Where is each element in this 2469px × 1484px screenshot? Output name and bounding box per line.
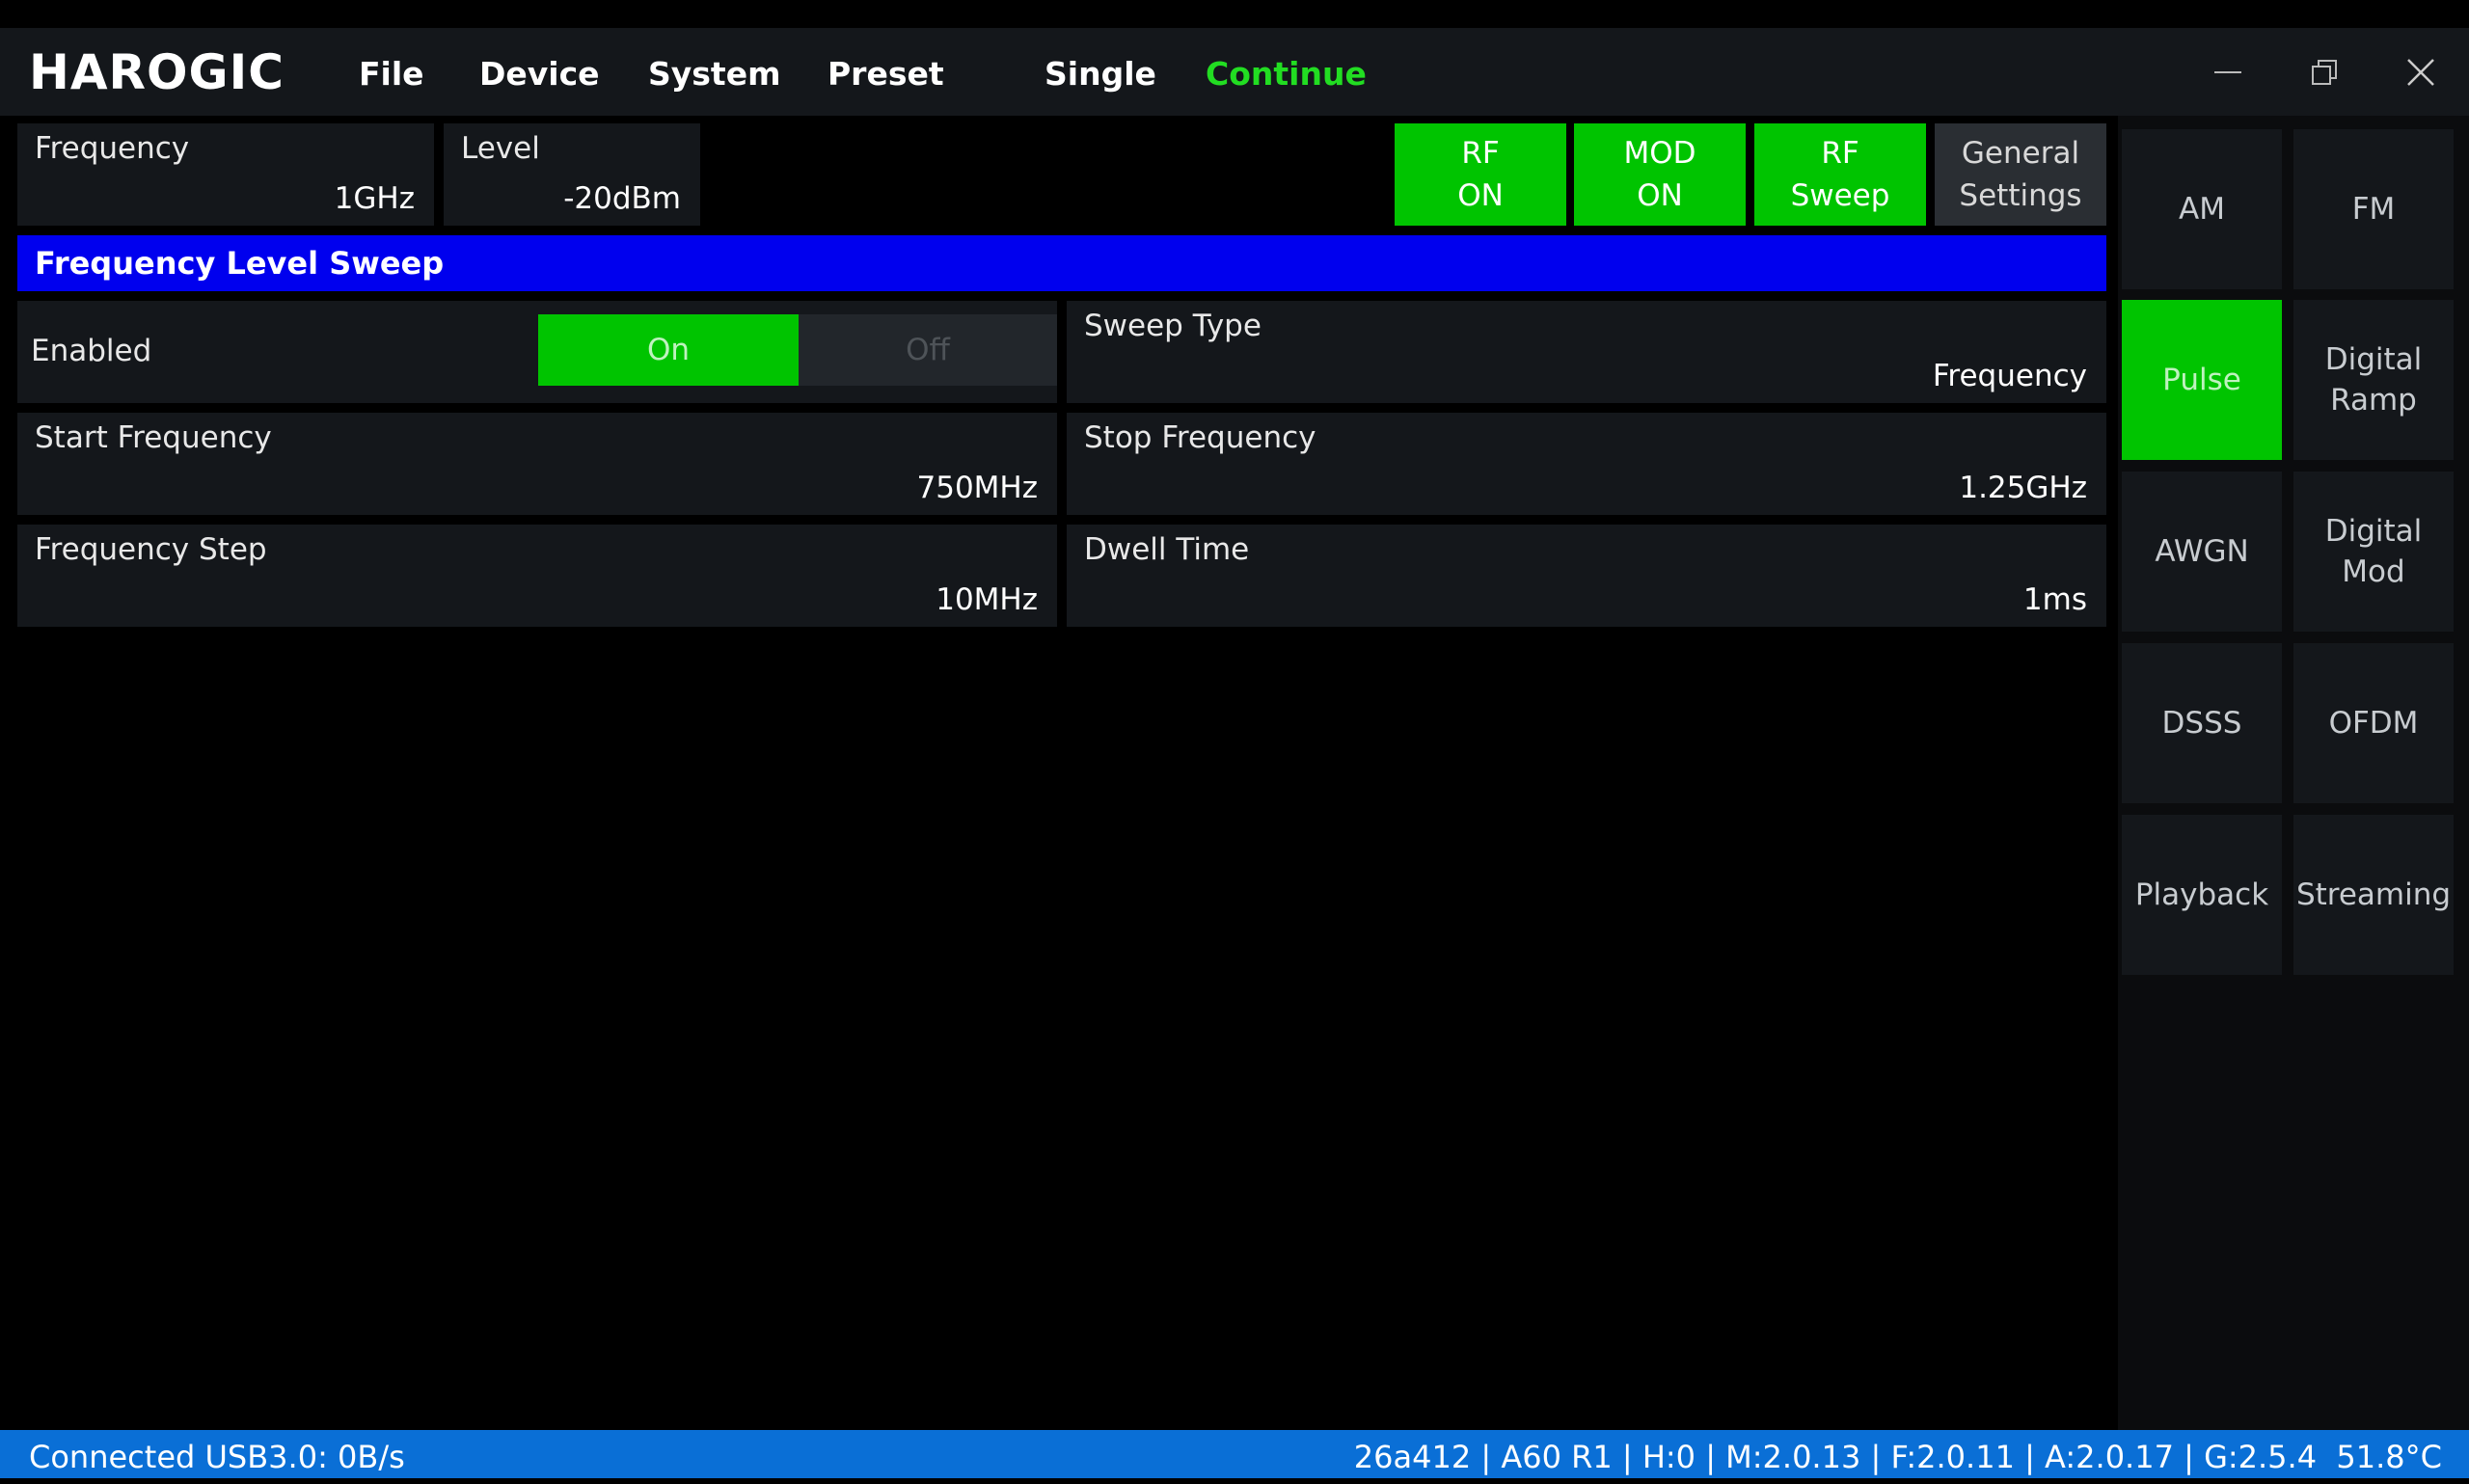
close-icon xyxy=(2407,59,2434,86)
minimize-button[interactable] xyxy=(2199,48,2257,96)
start-frequency-field[interactable]: Start Frequency 750MHz xyxy=(17,413,1057,515)
rf-sweep-button[interactable]: RF Sweep xyxy=(1754,123,1926,226)
menu-system[interactable]: System xyxy=(648,52,780,96)
dwell-time-field[interactable]: Dwell Time 1ms xyxy=(1067,525,2106,627)
rf-on-line2: ON xyxy=(1457,178,1504,213)
digital-mod-line1: Digital xyxy=(2324,514,2423,549)
sidebar-streaming[interactable]: Streaming xyxy=(2293,815,2454,975)
menu-preset[interactable]: Preset xyxy=(828,52,944,96)
digital-ramp-line1: Digital xyxy=(2324,342,2423,377)
sidebar-playback[interactable]: Playback xyxy=(2122,815,2282,975)
enabled-off-option[interactable]: Off xyxy=(799,314,1057,386)
rf-on-line1: RF xyxy=(1461,136,1500,171)
rf-sweep-line2: Sweep xyxy=(1790,178,1890,213)
frequency-box[interactable]: Frequency 1GHz xyxy=(17,123,434,226)
sidebar-ofdm[interactable]: OFDM xyxy=(2293,643,2454,803)
level-box[interactable]: Level -20dBm xyxy=(444,123,700,226)
mod-on-button[interactable]: MOD ON xyxy=(1574,123,1746,226)
sidebar-am[interactable]: AM xyxy=(2122,129,2282,289)
mod-on-line2: ON xyxy=(1637,178,1683,213)
level-label: Level xyxy=(461,131,540,166)
frequency-step-value: 10MHz xyxy=(936,582,1038,617)
top-strip xyxy=(0,0,2469,28)
restore-button[interactable] xyxy=(2295,48,2353,96)
start-frequency-value: 750MHz xyxy=(916,471,1039,505)
general-settings-line1: General xyxy=(1961,136,2080,171)
mod-on-line1: MOD xyxy=(1623,136,1696,171)
menu-device[interactable]: Device xyxy=(479,52,600,96)
level-value: -20dBm xyxy=(563,181,681,216)
enabled-label: Enabled xyxy=(31,334,152,368)
sidebar-fm[interactable]: FM xyxy=(2293,129,2454,289)
sidebar-awgn[interactable]: AWGN xyxy=(2122,472,2282,632)
stop-frequency-value: 1.25GHz xyxy=(1959,471,2087,505)
restore-icon xyxy=(2312,60,2337,85)
dwell-time-value: 1ms xyxy=(2022,582,2087,617)
sidebar-dsss[interactable]: DSSS xyxy=(2122,643,2282,803)
dwell-time-label: Dwell Time xyxy=(1084,532,1250,567)
enabled-row: Enabled On Off xyxy=(17,301,1057,403)
sidebar-digital-mod[interactable]: Digital Mod xyxy=(2293,472,2454,632)
status-device-info: 26a412 | A60 R1 | H:0 | M:2.0.13 | F:2.0… xyxy=(1353,1439,2442,1475)
general-settings-button[interactable]: General Settings xyxy=(1935,123,2106,226)
status-bar: Connected USB3.0: 0B/s 26a412 | A60 R1 |… xyxy=(0,1430,2469,1478)
close-button[interactable] xyxy=(2392,48,2450,96)
menu-file[interactable]: File xyxy=(359,52,424,96)
general-settings-line2: Settings xyxy=(1959,178,2082,213)
frequency-step-label: Frequency Step xyxy=(35,532,267,567)
start-frequency-label: Start Frequency xyxy=(35,420,272,455)
frequency-step-field[interactable]: Frequency Step 10MHz xyxy=(17,525,1057,627)
digital-mod-line2: Mod xyxy=(2342,554,2405,589)
minimize-icon xyxy=(2214,71,2241,73)
continue-button[interactable]: Continue xyxy=(1206,52,1367,96)
rf-sweep-line1: RF xyxy=(1821,136,1859,171)
sweep-type-value: Frequency xyxy=(1932,359,2087,393)
digital-ramp-line2: Ramp xyxy=(2330,383,2417,418)
sweep-type-label: Sweep Type xyxy=(1084,309,1262,343)
sidebar-pulse[interactable]: Pulse xyxy=(2122,300,2282,460)
single-button[interactable]: Single xyxy=(1045,52,1156,96)
stop-frequency-field[interactable]: Stop Frequency 1.25GHz xyxy=(1067,413,2106,515)
logo-text: HAROGIC xyxy=(29,44,285,100)
section-title: Frequency Level Sweep xyxy=(17,235,2106,291)
sweep-type-field[interactable]: Sweep Type Frequency xyxy=(1067,301,2106,403)
frequency-label: Frequency xyxy=(35,131,190,166)
status-connection: Connected USB3.0: 0B/s xyxy=(29,1439,405,1475)
stop-frequency-label: Stop Frequency xyxy=(1084,420,1316,455)
harogic-logo: HAROGIC xyxy=(29,44,318,100)
enabled-on-option[interactable]: On xyxy=(538,314,799,386)
frequency-value: 1GHz xyxy=(334,181,415,216)
sidebar-digital-ramp[interactable]: Digital Ramp xyxy=(2293,300,2454,460)
rf-on-button[interactable]: RF ON xyxy=(1395,123,1566,226)
